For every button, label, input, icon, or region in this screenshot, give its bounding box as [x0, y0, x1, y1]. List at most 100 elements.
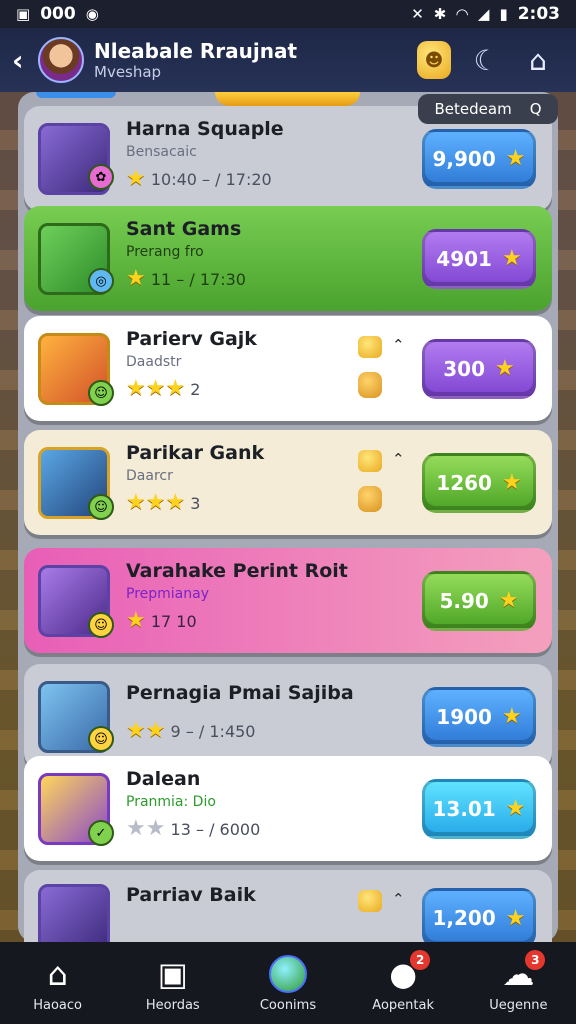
list-item[interactable]: ◎ Sant Gams Prerang fro ★ 11 – / 17:30 4…	[24, 206, 552, 311]
coin-icon	[358, 890, 382, 912]
item-meta-text: 10:40 – / 17:20	[150, 170, 272, 189]
item-meta-text: 2	[190, 380, 201, 399]
item-meta: ★★ 13 – / 6000	[126, 816, 376, 841]
item-name: Parierv Gajk	[126, 328, 257, 350]
star-icon: ★★	[126, 816, 166, 841]
star-icon: ★	[505, 796, 526, 821]
item-meta: ★ 11 – / 17:30	[126, 266, 376, 291]
item-meta-text: 17 10	[150, 612, 197, 631]
star-icon: ★	[505, 146, 526, 171]
nav-label: Uegenne	[489, 997, 548, 1013]
star-icon: ★	[501, 246, 522, 271]
wifi-icon: ◠	[456, 5, 468, 23]
list-item[interactable]: ☺ Parierv Gajk Daadstr ★★★ 2 ⌃ 300 ★	[24, 316, 552, 421]
price-value: 5.90	[439, 588, 489, 613]
list-item[interactable]: Parriav Baik ⌃ 1,200 ★	[24, 870, 552, 956]
nav-item-pet[interactable]: ☁ 3 Uegenne	[463, 949, 573, 1013]
price-value: 1,200	[432, 906, 496, 930]
bottom-nav: ⌂ Haoaco ▣ Heordas Coonims ● 2 Aopentak …	[0, 942, 576, 1024]
star-icon: ★	[505, 905, 526, 931]
nav-label: Heordas	[145, 997, 200, 1013]
sort-chip[interactable]: Betedeam Q	[418, 94, 558, 124]
bonus-icons: ⌃	[358, 890, 418, 916]
price-button[interactable]: 13.01 ★	[422, 778, 536, 839]
list-item[interactable]: ☺ Parikar Gank Daarcr ★★★ 3 ⌃ 1260 ★	[24, 430, 552, 535]
notification-icon: ◉	[85, 5, 99, 23]
tab-indicator-left[interactable]	[36, 92, 116, 98]
star-icon: ★	[501, 704, 522, 729]
app-header: ‹ Nleabale Rraujnat Mveshap ☻ ☾ ⌂	[0, 28, 576, 92]
badge-icon: ☺	[88, 494, 114, 520]
price-button[interactable]: 1,200 ★	[422, 888, 536, 948]
moon-icon[interactable]: ☾	[460, 38, 512, 82]
item-meta: ★★ 9 – / 1:450	[126, 718, 376, 743]
coin-button[interactable]: ☻	[408, 38, 460, 82]
item-name: Dalean	[126, 768, 201, 790]
star-icon: ★	[126, 166, 146, 191]
sort-value: Q	[529, 100, 542, 118]
item-name: Pernagia Pmai Sajiba	[126, 682, 354, 704]
badge-icon: ☺	[88, 380, 114, 406]
page-subtitle: Mveshap	[94, 63, 162, 81]
item-subtitle: Prepmianay	[126, 586, 209, 602]
tab-indicator-active[interactable]	[215, 92, 360, 106]
price-button[interactable]: 300 ★	[422, 338, 536, 399]
price-value: 1900	[436, 704, 492, 729]
price-button[interactable]: 5.90 ★	[422, 570, 536, 631]
signal-icon: ◢	[477, 5, 490, 23]
price-value: 9,900	[432, 146, 496, 171]
bonus-icons: ⌃	[358, 336, 418, 398]
badge-icon: ✿	[88, 164, 114, 190]
coin-icon	[358, 336, 382, 358]
fist-icon	[358, 486, 382, 512]
status-bar: ▣ 000 ◉ ✕ ✱ ◠ ◢ ▮ 2:03	[0, 0, 576, 28]
price-button[interactable]: 1260 ★	[422, 452, 536, 513]
item-meta: ★ 10:40 – / 17:20	[126, 166, 376, 191]
star-icon: ★	[501, 470, 522, 495]
item-meta-text: 11 – / 17:30	[150, 270, 246, 289]
item-meta-text: 13 – / 6000	[170, 820, 261, 839]
star-icon: ★	[126, 266, 146, 291]
star-icon: ★	[498, 588, 519, 613]
gallery-icon: ▣	[16, 5, 31, 23]
price-value: 13.01	[432, 796, 496, 821]
nav-item-rock[interactable]: ● 2 Aopentak	[348, 949, 458, 1013]
item-meta: ★ 17 10	[126, 608, 376, 633]
page-title: Nleabale Rraujnat	[94, 39, 297, 63]
nav-label: Aopentak	[372, 997, 434, 1013]
item-meta-text: 3	[190, 494, 201, 513]
arrow-up-icon: ⌃	[392, 336, 405, 354]
badge-icon: ✓	[88, 820, 114, 846]
nav-item-globe[interactable]: Coonims	[233, 954, 343, 1013]
item-name: Harna Squaple	[126, 118, 284, 140]
list-item[interactable]: ☺ Varahake Perint Roit Prepmianay ★ 17 1…	[24, 548, 552, 653]
status-time: 2:03	[517, 4, 560, 24]
list-item[interactable]: ✓ Dalean Pranmia: Dio ★★ 13 – / 6000 13.…	[24, 756, 552, 861]
item-name: Parriav Baik	[126, 884, 256, 906]
item-name: Sant Gams	[126, 218, 242, 240]
arrow-up-icon: ⌃	[392, 450, 405, 468]
home-icon[interactable]: ⌂	[512, 38, 564, 82]
badge-icon: ☺	[88, 612, 114, 638]
price-button[interactable]: 1900 ★	[422, 686, 536, 747]
star-icon: ★★★	[126, 490, 186, 515]
coin-icon	[358, 450, 382, 472]
badge-icon: ☺	[88, 726, 114, 752]
star-icon: ★	[126, 608, 146, 633]
badge-icon: ◎	[88, 268, 114, 294]
item-name: Varahake Perint Roit	[126, 560, 348, 582]
item-name: Parikar Gank	[126, 442, 265, 464]
star-icon: ★★★	[126, 376, 186, 401]
list-item[interactable]: ☺ Pernagia Pmai Sajiba ★★ 9 – / 1:450 19…	[24, 664, 552, 769]
sort-label: Betedeam	[434, 100, 512, 118]
fist-icon	[358, 372, 382, 398]
price-button[interactable]: 4901 ★	[422, 228, 536, 289]
mute-icon: ✕	[411, 5, 424, 23]
nav-item-calendar[interactable]: ▣ Heordas	[118, 954, 228, 1013]
item-subtitle: Daarcr	[126, 468, 173, 484]
back-icon[interactable]: ‹	[12, 44, 32, 77]
price-button[interactable]: 9,900 ★	[422, 128, 536, 189]
avatar[interactable]	[38, 37, 84, 83]
notification-badge: 3	[525, 949, 546, 970]
nav-item-home[interactable]: ⌂ Haoaco	[3, 954, 113, 1013]
